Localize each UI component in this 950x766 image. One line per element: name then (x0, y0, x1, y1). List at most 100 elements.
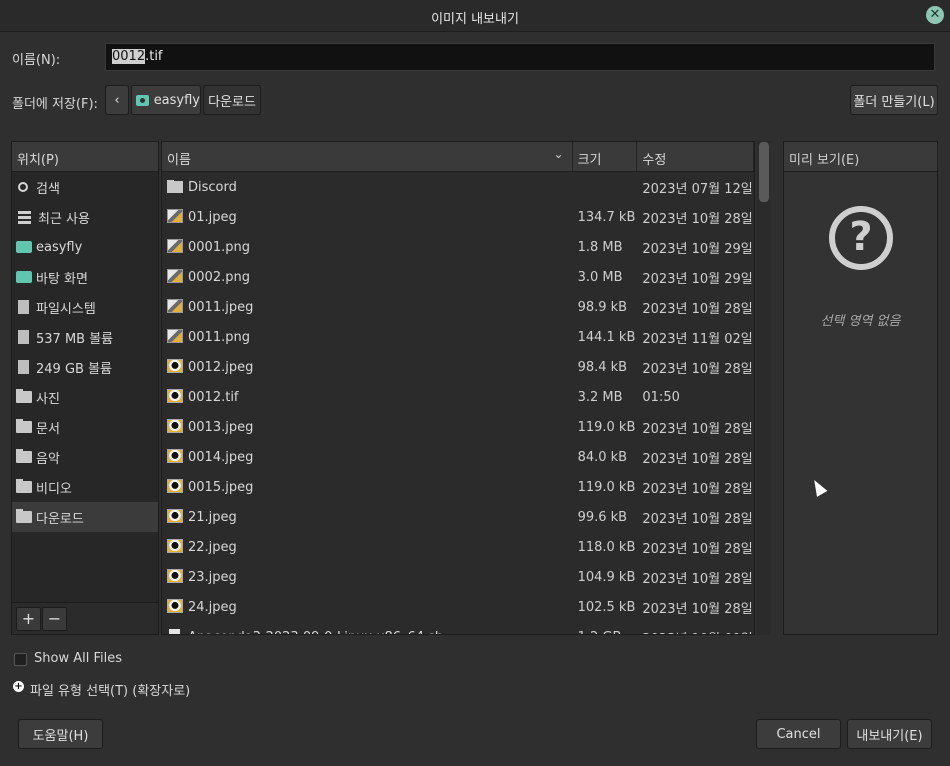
file-size-cell: 119.0 kB (577, 419, 636, 435)
table-row[interactable]: Discord 2023년 07월 12일 (162, 172, 754, 202)
show-all-files-label[interactable]: Show All Files (34, 651, 122, 666)
place-search[interactable]: 검색 (12, 172, 158, 202)
table-row[interactable]: Anaconda3-2023.09-0-Linux-x86_64.sh 1.2 G… (162, 622, 754, 635)
file-date-cell: 2023년 10월 28일 (642, 301, 753, 317)
file-name: 0015.jpeg (188, 480, 254, 495)
file-date-cell: 2023년 10월 29일 (642, 271, 753, 287)
file-size-cell: 3.2 MB (577, 389, 623, 405)
place-label: 537 MB 볼륨 (36, 331, 114, 347)
file-name-cell: 23.jpeg (162, 569, 573, 585)
file-size-cell: 104.9 kB (577, 569, 636, 585)
chevron-down-icon: ⌄ (553, 147, 564, 161)
breadcrumb-downloads[interactable]: 다운로드 (203, 85, 261, 115)
show-all-files-checkbox[interactable] (14, 653, 27, 666)
no-selection-text: 선택 영역 없음 (820, 314, 901, 329)
folder-icon (16, 479, 32, 493)
place-label: 음악 (36, 451, 60, 467)
column-size-header[interactable]: 크기 (573, 142, 638, 171)
file-name: 22.jpeg (188, 540, 237, 555)
table-row[interactable]: 0015.jpeg 119.0 kB 2023년 10월 28일 (162, 472, 754, 502)
scrollbar-thumb[interactable] (759, 142, 769, 202)
places-panel: 위치(P) 검색 최근 사용 easyfly 바탕 화면 파일시스템 537 M… (11, 141, 159, 635)
export-button[interactable]: 내보내기(E) (847, 719, 932, 749)
table-row[interactable]: 24.jpeg 102.5 kB 2023년 10월 28일 (162, 592, 754, 622)
file-date-cell: 2023년 10월 29일 (642, 241, 753, 257)
table-row[interactable]: 0002.png 3.0 MB 2023년 10월 29일 (162, 262, 754, 292)
file-size-cell: 99.6 kB (577, 509, 628, 525)
file-size-cell: 98.4 kB (577, 359, 628, 375)
file-name: 0002.png (188, 270, 250, 285)
file-list[interactable]: 이름 ⌄ 크기 수정 Discord 2023년 07월 12일 01.jpeg 134… (161, 141, 755, 635)
places-footer: + − (12, 602, 158, 634)
table-row[interactable]: 21.jpeg 99.6 kB 2023년 10월 28일 (162, 502, 754, 532)
create-folder-button[interactable]: 폴더 만들기(L) (850, 85, 938, 115)
file-name: 0011.jpeg (188, 300, 254, 315)
image-file-icon (167, 479, 183, 493)
place-downloads[interactable]: 다운로드 (12, 502, 158, 532)
cancel-button[interactable]: Cancel (756, 719, 841, 749)
place-filesystem[interactable]: 파일시스템 (12, 292, 158, 322)
file-list-header: 이름 ⌄ 크기 수정 (162, 142, 754, 172)
place-documents[interactable]: 문서 (12, 412, 158, 442)
place-videos[interactable]: 비디오 (12, 472, 158, 502)
add-bookmark-button[interactable]: + (16, 607, 41, 631)
file-name-cell: 0001.png (162, 239, 573, 255)
table-row[interactable]: 0001.png 1.8 MB 2023년 10월 29일 (162, 232, 754, 262)
file-name-cell: 24.jpeg (162, 599, 573, 615)
table-row[interactable]: 0011.png 144.1 kB 2023년 11월 02일 (162, 322, 754, 352)
close-icon[interactable]: ✕ (926, 6, 944, 24)
folder-icon (16, 509, 32, 523)
place-volume-537mb[interactable]: 537 MB 볼륨 (12, 322, 158, 352)
file-name: 0012.jpeg (188, 360, 254, 375)
folder-icon (16, 449, 32, 463)
image-file-icon (167, 269, 183, 283)
table-row[interactable]: 22.jpeg 118.0 kB 2023년 10월 28일 (162, 532, 754, 562)
place-desktop[interactable]: 바탕 화면 (12, 262, 158, 292)
column-modified-header[interactable]: 수정 (637, 142, 754, 171)
drive-icon (18, 300, 29, 314)
table-row[interactable]: 01.jpeg 134.7 kB 2023년 10월 28일 (162, 202, 754, 232)
image-file-icon (167, 599, 183, 613)
filename-selected-text: 0012 (112, 49, 146, 64)
table-row[interactable]: 23.jpeg 104.9 kB 2023년 10월 28일 (162, 562, 754, 592)
breadcrumb-label: easyfly (153, 92, 200, 108)
filename-input[interactable]: 0012.tif (105, 43, 935, 71)
file-size-cell: 98.9 kB (577, 299, 628, 315)
table-row[interactable]: 0014.jpeg 84.0 kB 2023년 10월 28일 (162, 442, 754, 472)
file-name: 24.jpeg (188, 600, 237, 615)
file-name: 01.jpeg (188, 210, 237, 225)
place-label: 검색 (36, 181, 60, 197)
place-label: 비디오 (36, 481, 72, 497)
table-row[interactable]: 0013.jpeg 119.0 kB 2023년 10월 28일 (162, 412, 754, 442)
file-name-cell: 0013.jpeg (162, 419, 573, 435)
file-name: 23.jpeg (188, 570, 237, 585)
folder-icon (16, 419, 32, 433)
place-volume-249gb[interactable]: 249 GB 볼륨 (12, 352, 158, 382)
breadcrumb-label: 다운로드 (208, 94, 256, 110)
scrollbar[interactable] (757, 141, 770, 635)
desktop-icon (16, 271, 32, 283)
place-label: 최근 사용 (38, 211, 90, 227)
expander-icon[interactable]: + (13, 681, 24, 692)
remove-bookmark-button[interactable]: − (42, 607, 67, 631)
breadcrumb-easyfly[interactable]: easyfly (131, 85, 201, 115)
column-name-header[interactable]: 이름 ⌄ (162, 142, 573, 171)
recent-icon (18, 210, 31, 224)
table-row[interactable]: 0012.tif 3.2 MB 01:50 (162, 382, 754, 412)
preview-header[interactable]: 미리 보기(E) (784, 142, 937, 172)
place-music[interactable]: 음악 (12, 442, 158, 472)
table-row[interactable]: 0012.jpeg 98.4 kB 2023년 10월 28일 (162, 352, 754, 382)
place-recent[interactable]: 최근 사용 (12, 202, 158, 232)
image-file-icon (167, 299, 183, 313)
place-home[interactable]: easyfly (12, 232, 158, 262)
help-button[interactable]: 도움말(H) (18, 719, 103, 749)
file-name-cell: Discord (162, 179, 573, 195)
file-type-expander-label[interactable]: 파일 유형 선택(T) (확장자로) (30, 680, 190, 699)
file-name-cell: 0011.png (162, 329, 573, 345)
table-row[interactable]: 0011.jpeg 98.9 kB 2023년 10월 28일 (162, 292, 754, 322)
place-pictures[interactable]: 사진 (12, 382, 158, 412)
place-label: 249 GB 볼륨 (36, 361, 112, 377)
chevron-left-icon[interactable]: ‹ (105, 85, 129, 115)
file-date-cell: 2023년 10월 09일 (637, 628, 754, 635)
file-size-cell: 1.8 MB (577, 239, 623, 255)
